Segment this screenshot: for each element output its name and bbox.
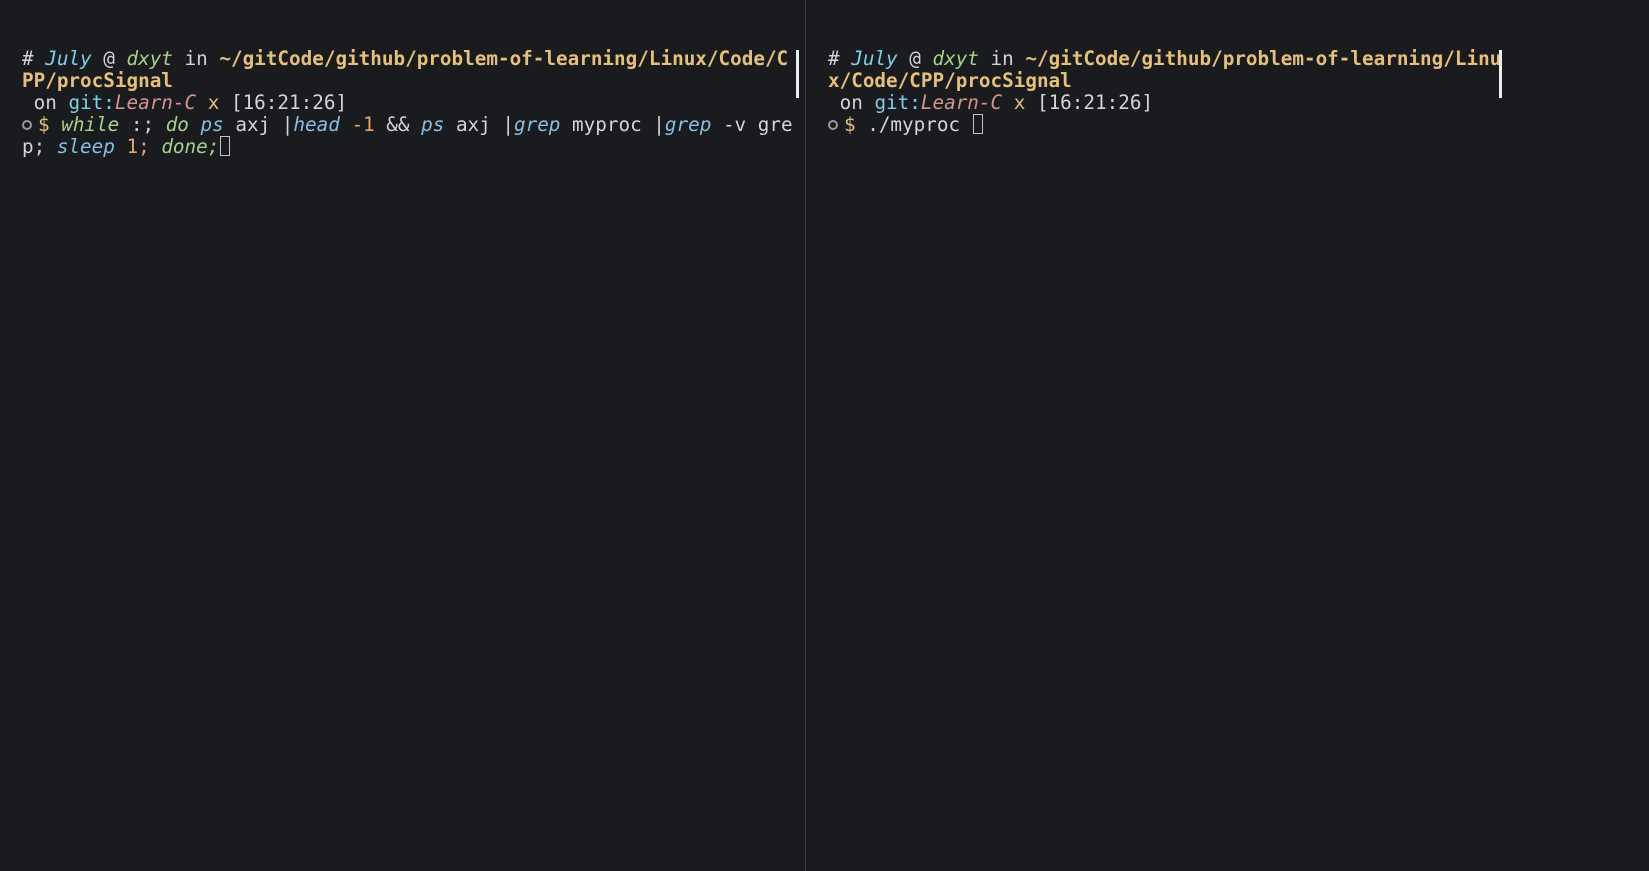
status-ring-icon (828, 120, 838, 130)
prompt-at: @ (103, 47, 115, 70)
prompt-time: [16:21:26] (231, 91, 347, 114)
prompt-dirty: x (208, 91, 220, 114)
cmd-do: do (166, 113, 189, 136)
prompt-branch: Learn-C (115, 91, 196, 114)
prompt-dollar: $ (844, 113, 856, 136)
cmd-grep2: grep (665, 113, 711, 136)
prompt-branch: Learn-C (921, 91, 1002, 114)
cmd-sleep: sleep (57, 135, 115, 158)
prompt-hash: # (22, 47, 34, 70)
cmd-axj1: axj (235, 113, 270, 136)
cmd-pipe3: | (653, 113, 665, 136)
prompt-user: July (851, 47, 897, 70)
cmd-pipe2: | (502, 113, 514, 136)
cmd-grep1: grep (514, 113, 560, 136)
cmd-axj2: axj (456, 113, 491, 136)
cursor-icon (973, 114, 983, 134)
cmd-dashv: -v (723, 113, 746, 136)
cmd-pipe1: | (282, 113, 294, 136)
cmd-ps2: ps (421, 113, 444, 136)
prompt-user: July (45, 47, 91, 70)
prompt-git-label: git: (874, 91, 920, 114)
scrollbar[interactable] (796, 50, 799, 98)
cmd-amp: && (386, 113, 409, 136)
prompt-host: dxyt (126, 47, 172, 70)
prompt-host: dxyt (932, 47, 978, 70)
cmd-done: done; (161, 135, 219, 158)
prompt-time: [16:21:26] (1037, 91, 1153, 114)
cmd-colon: :; (131, 113, 154, 136)
terminal-pane-left[interactable]: # July @ dxyt in ~/gitCode/github/proble… (0, 0, 806, 871)
terminal-pane-right[interactable]: # July @ dxyt in ~/gitCode/github/proble… (806, 0, 1510, 871)
scrollbar[interactable] (1499, 50, 1502, 98)
prompt-dollar: $ (38, 113, 50, 136)
cmd-head: head (293, 113, 339, 136)
cmd-ps1: ps (201, 113, 224, 136)
prompt-at: @ (909, 47, 921, 70)
cmd-neg1: -1 (351, 113, 374, 136)
prompt-hash: # (828, 47, 840, 70)
prompt-in: in (185, 47, 208, 70)
prompt-git-label: git: (68, 91, 114, 114)
cmd-one: 1; (126, 135, 149, 158)
prompt-on: on (34, 91, 57, 114)
cmd-exec: ./myproc (867, 113, 960, 136)
prompt-dirty: x (1014, 91, 1026, 114)
cursor-icon (220, 136, 230, 156)
prompt-path: ~/gitCode/github/problem-of-learning/Lin… (828, 47, 1501, 92)
cmd-while: while (61, 113, 119, 136)
prompt-on: on (840, 91, 863, 114)
status-ring-icon (22, 120, 32, 130)
cmd-myproc: myproc (572, 113, 642, 136)
prompt-in: in (991, 47, 1014, 70)
